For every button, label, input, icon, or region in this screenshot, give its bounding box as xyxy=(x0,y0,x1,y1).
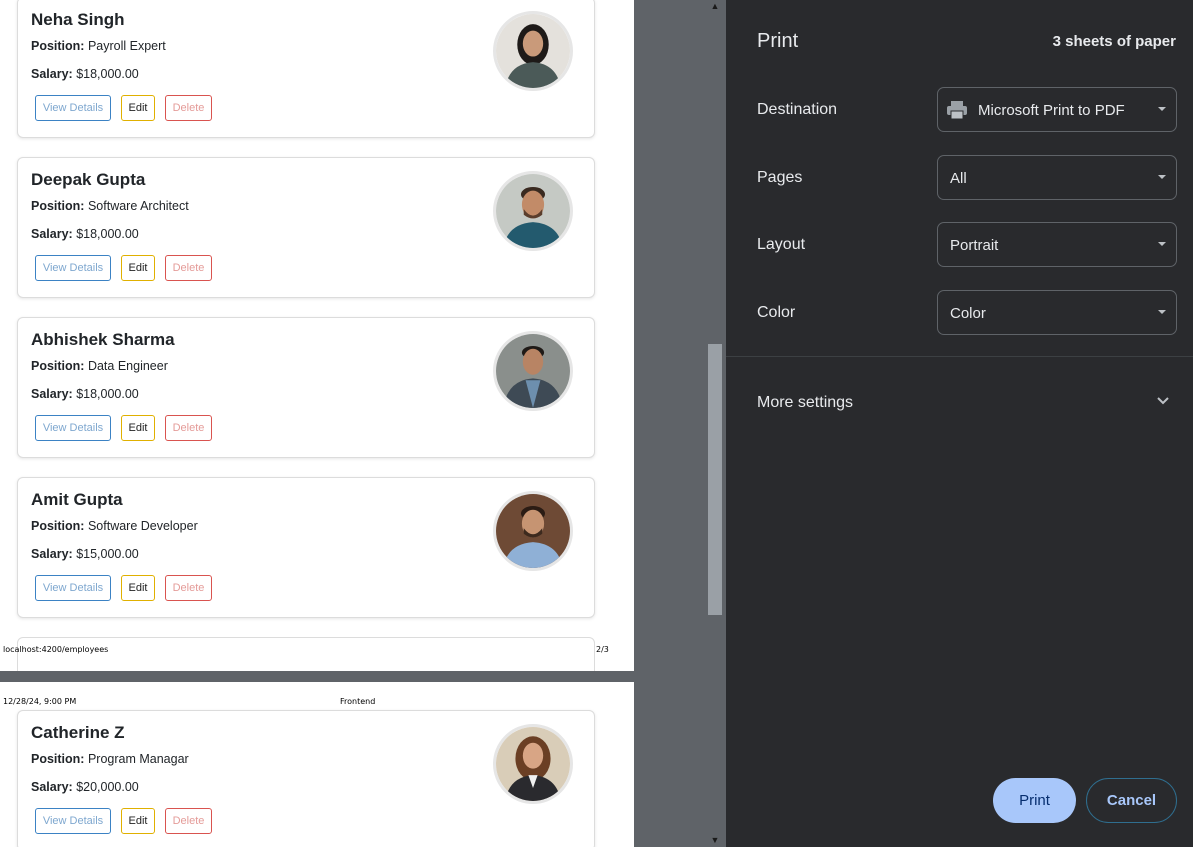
scroll-up-arrow-icon[interactable]: ▲ xyxy=(710,1,720,11)
view-details-button[interactable]: View Details xyxy=(35,95,111,121)
employee-name: Deepak Gupta xyxy=(31,170,146,189)
layout-label: Layout xyxy=(757,236,806,253)
scrollbar-thumb[interactable] xyxy=(708,344,722,615)
employee-salary: Salary: $20,000.00 xyxy=(31,780,139,794)
employee-card: Amit Gupta Position: Software Developer … xyxy=(17,477,595,618)
dropdown-arrow-icon xyxy=(1158,242,1166,246)
settings-divider xyxy=(726,356,1193,357)
dropdown-arrow-icon xyxy=(1158,310,1166,314)
page-header-title: Frontend xyxy=(340,697,376,706)
preview-page-2: Neha Singh Position: Payroll Expert Sala… xyxy=(0,0,634,671)
page-header-date: 12/28/24, 9:00 PM xyxy=(3,697,77,706)
printer-icon xyxy=(947,101,967,120)
employee-name: Catherine Z xyxy=(31,723,125,742)
page-footer-url: localhost:4200/employees xyxy=(3,645,109,654)
employee-position: Position: Payroll Expert xyxy=(31,39,166,53)
more-settings-toggle[interactable]: More settings xyxy=(726,380,1193,426)
print-button[interactable]: Print xyxy=(993,778,1076,823)
view-details-button[interactable]: View Details xyxy=(35,808,111,834)
employee-name: Amit Gupta xyxy=(31,490,123,509)
dropdown-arrow-icon xyxy=(1158,175,1166,179)
employee-card: Deepak Gupta Position: Software Architec… xyxy=(17,157,595,298)
employee-card: Neha Singh Position: Payroll Expert Sala… xyxy=(17,0,595,138)
employee-salary: Salary: $18,000.00 xyxy=(31,227,139,241)
print-settings-panel: Print 3 sheets of paper Destination Micr… xyxy=(726,0,1193,847)
scroll-down-arrow-icon[interactable]: ▼ xyxy=(710,835,720,845)
pages-value: All xyxy=(950,170,967,187)
sheet-count: 3 sheets of paper xyxy=(1052,33,1176,50)
edit-button[interactable]: Edit xyxy=(121,415,155,441)
employee-avatar xyxy=(493,331,573,411)
edit-button[interactable]: Edit xyxy=(121,95,155,121)
layout-value: Portrait xyxy=(950,237,999,254)
view-details-button[interactable]: View Details xyxy=(35,415,111,441)
employee-salary: Salary: $18,000.00 xyxy=(31,67,139,81)
color-label: Color xyxy=(757,304,796,321)
preview-scrollbar[interactable]: ▲ ▼ xyxy=(706,0,724,847)
destination-label: Destination xyxy=(757,101,838,118)
print-dialog-title: Print xyxy=(757,30,799,52)
destination-value: Microsoft Print to PDF xyxy=(978,102,1125,119)
destination-select[interactable]: Microsoft Print to PDF xyxy=(937,87,1177,132)
edit-button[interactable]: Edit xyxy=(121,575,155,601)
cancel-button[interactable]: Cancel xyxy=(1086,778,1177,823)
view-details-button[interactable]: View Details xyxy=(35,255,111,281)
dropdown-arrow-icon xyxy=(1158,107,1166,111)
employee-avatar xyxy=(493,11,573,91)
color-value: Color xyxy=(950,305,986,322)
chevron-down-icon xyxy=(1157,397,1169,405)
employee-name: Abhishek Sharma xyxy=(31,330,175,349)
employee-position: Position: Software Architect xyxy=(31,199,189,213)
employee-avatar xyxy=(493,171,573,251)
employee-avatar xyxy=(493,491,573,571)
page-footer-number: 2/3 xyxy=(596,645,609,654)
employee-card: Catherine Z Position: Program Managar Sa… xyxy=(17,710,595,847)
employee-avatar xyxy=(493,724,573,804)
more-settings-label: More settings xyxy=(757,394,854,411)
pages-label: Pages xyxy=(757,169,803,186)
employee-name: Neha Singh xyxy=(31,10,125,29)
delete-button[interactable]: Delete xyxy=(165,95,212,121)
employee-position: Position: Program Managar xyxy=(31,752,189,766)
layout-select[interactable]: Portrait xyxy=(937,222,1177,267)
delete-button[interactable]: Delete xyxy=(165,255,212,281)
employee-position: Position: Software Developer xyxy=(31,519,198,533)
delete-button[interactable]: Delete xyxy=(165,808,212,834)
edit-button[interactable]: Edit xyxy=(121,255,155,281)
print-preview-area: Neha Singh Position: Payroll Expert Sala… xyxy=(0,0,726,847)
view-details-button[interactable]: View Details xyxy=(35,575,111,601)
employee-salary: Salary: $15,000.00 xyxy=(31,547,139,561)
employee-salary: Salary: $18,000.00 xyxy=(31,387,139,401)
delete-button[interactable]: Delete xyxy=(165,415,212,441)
employee-position: Position: Data Engineer xyxy=(31,359,168,373)
delete-button[interactable]: Delete xyxy=(165,575,212,601)
edit-button[interactable]: Edit xyxy=(121,808,155,834)
pages-select[interactable]: All xyxy=(937,155,1177,200)
preview-page-3: 12/28/24, 9:00 PM Frontend Catherine Z P… xyxy=(0,682,634,847)
color-select[interactable]: Color xyxy=(937,290,1177,335)
employee-card-partial xyxy=(17,637,595,671)
employee-card: Abhishek Sharma Position: Data Engineer … xyxy=(17,317,595,458)
